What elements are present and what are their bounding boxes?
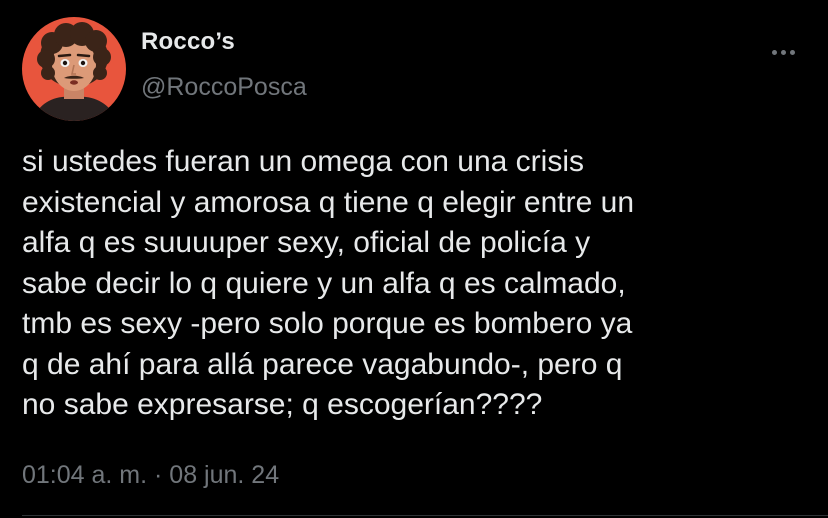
tweet-text: si ustedes fueran un omega con una crisi… bbox=[22, 145, 635, 421]
more-horizontal-icon bbox=[780, 49, 786, 55]
avatar[interactable] bbox=[22, 17, 126, 121]
more-horizontal-icon bbox=[789, 49, 795, 55]
tweet-timestamp[interactable]: 01:04 a. m. · 08 jun. 24 bbox=[22, 461, 279, 490]
more-options-button[interactable] bbox=[763, 36, 803, 68]
tweet: Rocco’s @RoccoPosca si ustedes fueran un… bbox=[0, 0, 828, 518]
handle[interactable]: @RoccoPosca bbox=[141, 73, 307, 102]
display-name[interactable]: Rocco’s bbox=[141, 28, 235, 56]
profile-photo-icon bbox=[22, 17, 126, 121]
more-horizontal-icon bbox=[771, 49, 777, 55]
divider bbox=[22, 515, 828, 516]
